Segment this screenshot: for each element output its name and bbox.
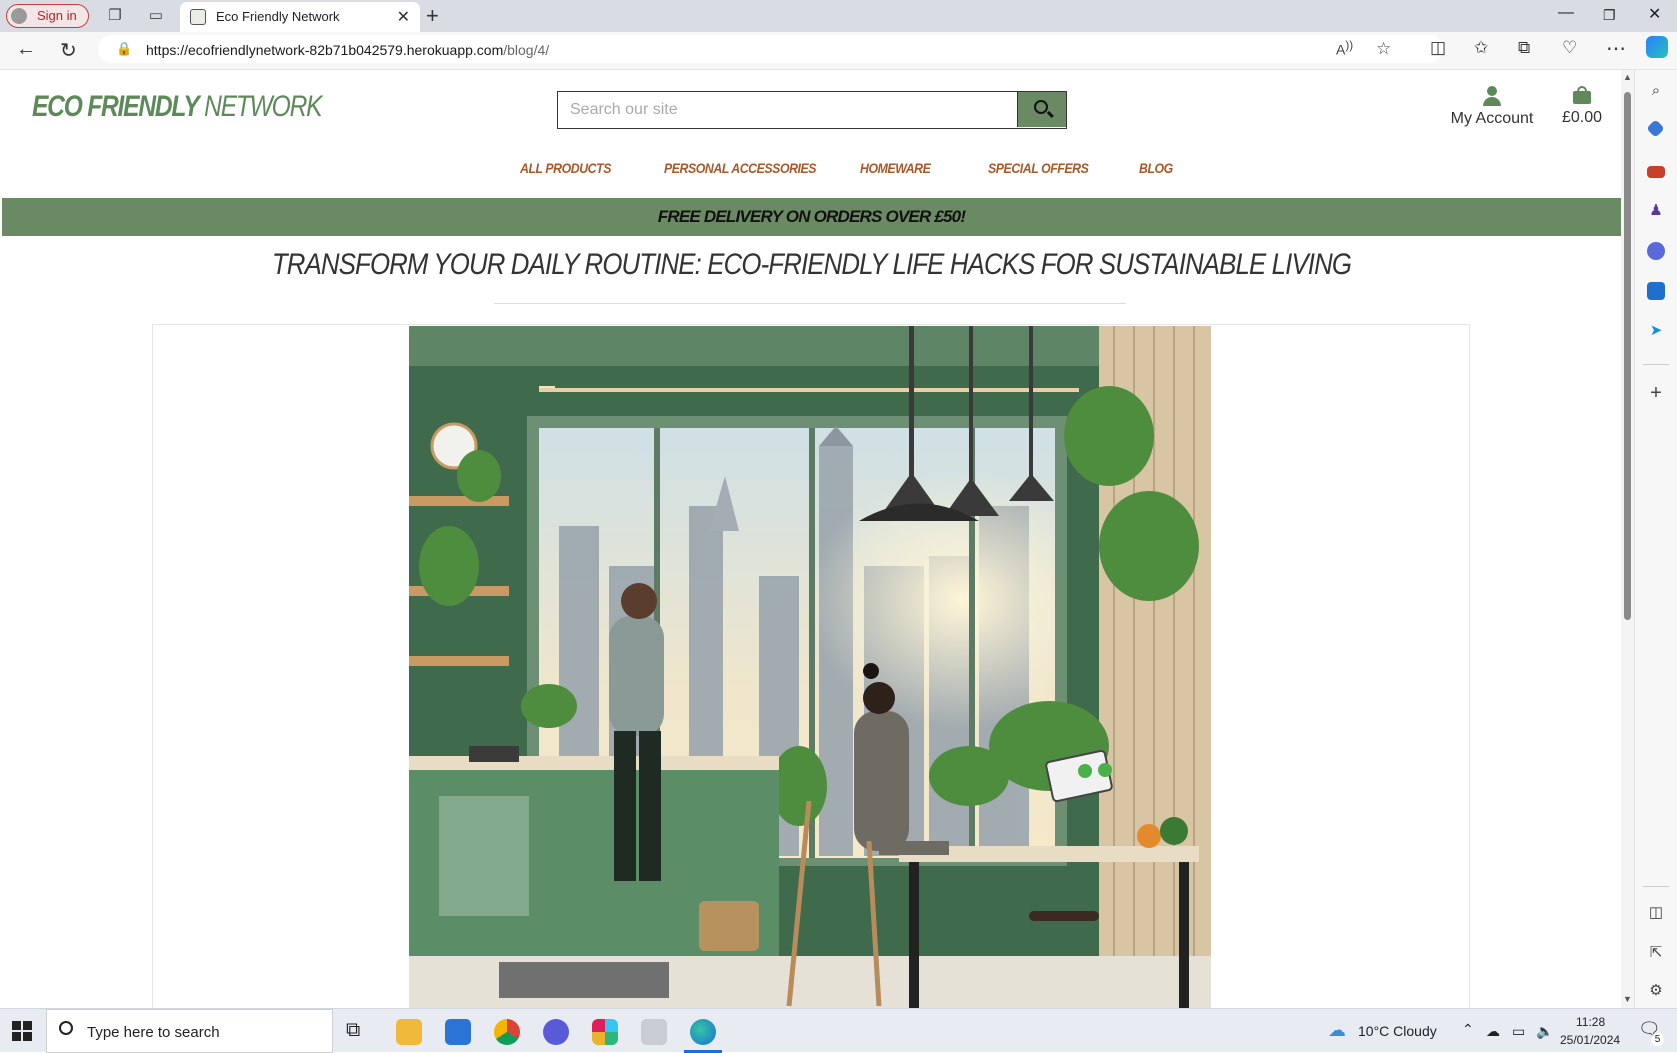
browser-sidebar: ⌕ ♟ ➤ + ◫ ⇱ ⚙ xyxy=(1634,70,1677,1008)
slack-icon[interactable] xyxy=(592,1019,618,1045)
minimize-icon[interactable]: — xyxy=(1558,4,1574,22)
search-icon xyxy=(1034,100,1048,114)
page-scrollbar[interactable]: ▲ ▼ xyxy=(1621,70,1634,1008)
title-divider xyxy=(494,303,1126,304)
favorite-star-icon[interactable]: ☆ xyxy=(1376,39,1391,59)
task-view-icon[interactable]: ⧉ xyxy=(346,1019,372,1045)
cart-link[interactable]: £0.00 xyxy=(1552,86,1612,127)
scroll-up-icon[interactable]: ▲ xyxy=(1623,72,1632,82)
sidebar-settings-icon[interactable]: ⚙ xyxy=(1647,982,1665,1000)
site-favicon-icon xyxy=(190,9,206,25)
copilot-app-icon[interactable] xyxy=(543,1019,569,1045)
tab-actions-icon[interactable]: ▭ xyxy=(147,7,165,25)
nav-homeware[interactable]: HOMEWARE xyxy=(860,160,931,176)
shopping-tag-icon[interactable] xyxy=(1646,119,1665,138)
search-input[interactable] xyxy=(558,92,1018,127)
microsoft365-icon[interactable] xyxy=(1647,242,1665,260)
back-icon[interactable]: ← xyxy=(16,38,36,61)
delivery-banner: FREE DELIVERY ON ORDERS OVER £50! xyxy=(2,198,1621,236)
send-icon[interactable]: ➤ xyxy=(1647,322,1665,340)
browser-toolbar: ← ↻ 🔒 https://ecofriendlynetwork-82b71b0… xyxy=(0,32,1677,70)
scroll-thumb[interactable] xyxy=(1624,92,1631,620)
user-icon xyxy=(1482,86,1502,106)
close-tab-icon[interactable]: ✕ xyxy=(397,7,410,27)
show-hidden-icons[interactable]: ⌃ xyxy=(1462,1021,1474,1038)
sign-in-label: Sign in xyxy=(37,8,77,23)
collections-icon[interactable]: ⧉ xyxy=(1518,38,1530,58)
active-tab[interactable]: Eco Friendly Network ✕ xyxy=(180,2,420,32)
post-image xyxy=(409,326,1211,1008)
favorites-icon[interactable]: ✩ xyxy=(1474,38,1488,58)
clock-time[interactable]: 11:28 xyxy=(1576,1015,1605,1029)
network-icon[interactable]: ▭ xyxy=(1512,1023,1525,1040)
close-window-icon[interactable]: ✕ xyxy=(1648,4,1661,24)
windows-start-icon[interactable] xyxy=(12,1021,32,1041)
windows-taskbar: Type here to search ⧉ ☁ 10°C Cloudy ⌃ ☁ … xyxy=(0,1008,1677,1053)
games-icon[interactable]: ♟ xyxy=(1647,202,1665,220)
address-bar[interactable]: 🔒 https://ecofriendlynetwork-82b71b04257… xyxy=(98,35,1443,63)
shopping-bag-icon xyxy=(1573,86,1591,104)
cart-total: £0.00 xyxy=(1561,109,1603,126)
open-external-icon[interactable]: ⇱ xyxy=(1647,944,1665,962)
browser-tab-bar: Sign in ❐ ▭ Eco Friendly Network ✕ + — ❐… xyxy=(0,0,1677,32)
site-search xyxy=(557,91,1067,129)
read-aloud-icon[interactable]: A)) xyxy=(1336,39,1353,58)
chrome-icon[interactable] xyxy=(494,1019,520,1045)
nav-personal-accessories[interactable]: PERSONAL ACCESSORIES xyxy=(664,160,817,176)
hide-sidebar-icon[interactable]: ◫ xyxy=(1647,904,1665,922)
taskbar-search-icon xyxy=(59,1021,73,1035)
site-logo[interactable]: ECO FRIENDLY NETWORK xyxy=(32,90,323,124)
mail-icon[interactable] xyxy=(445,1019,471,1045)
more-options-icon[interactable]: ⋯ xyxy=(1606,36,1626,61)
kitchen-illustration xyxy=(409,326,1211,1008)
copilot-icon[interactable] xyxy=(1646,36,1668,58)
nav-special-offers[interactable]: SPECIAL OFFERS xyxy=(988,160,1089,176)
outlook-icon[interactable] xyxy=(1647,282,1665,300)
sidebar-divider xyxy=(1643,364,1669,365)
edge-icon[interactable] xyxy=(690,1019,716,1045)
nav-all-products[interactable]: ALL PRODUCTS xyxy=(520,160,611,176)
workspaces-icon[interactable]: ❐ xyxy=(106,7,124,25)
sidebar-divider-bottom xyxy=(1643,886,1669,887)
refresh-icon[interactable]: ↻ xyxy=(60,38,77,63)
web-page: ECO FRIENDLY NETWORK My Account £0.00 AL… xyxy=(2,70,1621,1008)
restore-icon[interactable]: ❐ xyxy=(1603,7,1616,24)
sidebar-search-icon[interactable]: ⌕ xyxy=(1647,82,1665,100)
tab-title: Eco Friendly Network xyxy=(216,9,340,24)
new-tab-icon[interactable]: + xyxy=(426,3,439,29)
onedrive-icon[interactable]: ☁ xyxy=(1486,1023,1500,1040)
my-account-link[interactable]: My Account xyxy=(1442,86,1542,128)
my-account-label: My Account xyxy=(1450,110,1534,127)
scroll-down-icon[interactable]: ▼ xyxy=(1623,994,1632,1004)
post-title: TRANSFORM YOUR DAILY ROUTINE: ECO-FRIEND… xyxy=(271,248,1352,281)
split-screen-icon[interactable]: ◫ xyxy=(1430,38,1446,58)
browser-essentials-icon[interactable]: ♡ xyxy=(1562,38,1577,58)
volume-icon[interactable]: 🔈 xyxy=(1536,1023,1553,1040)
lock-icon[interactable]: 🔒 xyxy=(116,41,132,57)
app-icon[interactable] xyxy=(641,1019,667,1045)
nav-blog[interactable]: BLOG xyxy=(1139,160,1173,176)
profile-icon xyxy=(11,8,27,24)
weather-cloud-icon[interactable]: ☁ xyxy=(1328,1020,1346,1041)
file-explorer-icon[interactable] xyxy=(396,1019,422,1045)
url-text: https://ecofriendlynetwork-82b71b042579.… xyxy=(146,42,550,58)
clock-date[interactable]: 25/01/2024 xyxy=(1560,1033,1620,1047)
weather-text[interactable]: 10°C Cloudy xyxy=(1358,1023,1437,1039)
taskbar-search[interactable]: Type here to search xyxy=(46,1009,333,1053)
sign-in-button[interactable]: Sign in xyxy=(6,4,89,28)
taskbar-search-placeholder: Type here to search xyxy=(87,1024,220,1041)
search-button[interactable] xyxy=(1017,92,1066,127)
notification-count-badge: 5 xyxy=(1651,1033,1664,1046)
tools-icon[interactable] xyxy=(1647,166,1665,178)
add-sidebar-app-icon[interactable]: + xyxy=(1647,383,1665,403)
